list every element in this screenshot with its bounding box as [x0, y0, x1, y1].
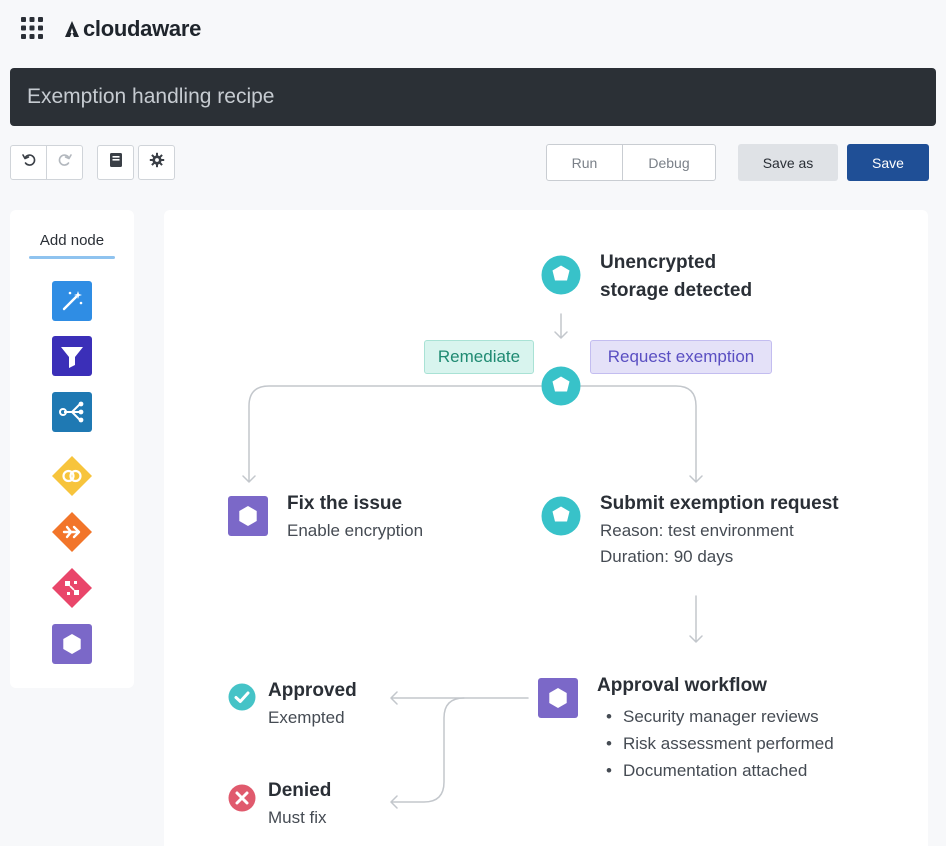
merge-arrows-icon	[52, 511, 92, 557]
approved-detail: Exempted	[268, 708, 345, 727]
submit-title: Submit exemption request	[600, 493, 839, 514]
denied-outcome[interactable]: Denied Must fix	[268, 777, 331, 831]
trigger-node-icon[interactable]	[541, 255, 581, 300]
branch-tag-exemption[interactable]: Request exemption	[590, 340, 772, 374]
submit-node[interactable]: Submit exemption request Reason: test en…	[600, 490, 839, 570]
connector-denied	[390, 697, 465, 809]
palette-item-action[interactable]	[52, 280, 92, 326]
docs-button[interactable]	[97, 145, 134, 180]
fix-title: Fix the issue	[287, 493, 403, 514]
approved-outcome[interactable]: Approved Exempted	[268, 677, 357, 731]
check-circle-icon	[228, 683, 256, 716]
trigger-title-line2: storage detected	[600, 280, 753, 301]
palette-title[interactable]: Add node	[10, 232, 134, 249]
save-button[interactable]: Save	[847, 144, 929, 181]
branch-tag-remediate[interactable]: Remediate	[424, 340, 534, 374]
palette-item-subflow[interactable]	[52, 623, 92, 669]
submit-duration: Duration: 90 days	[600, 547, 734, 566]
x-circle-icon	[228, 784, 256, 817]
undo-button[interactable]	[10, 145, 47, 180]
palette-item-branch[interactable]	[52, 391, 92, 437]
filter-icon	[52, 335, 92, 381]
recipe-title[interactable]: Exemption handling recipe	[27, 85, 275, 109]
shuffle-icon	[52, 567, 92, 613]
link-rings-icon	[52, 455, 92, 501]
magic-wand-icon	[52, 280, 92, 326]
palette-item-router[interactable]	[52, 567, 92, 613]
save-as-button[interactable]: Save as	[738, 144, 838, 181]
approval-title: Approval workflow	[597, 675, 767, 696]
palette-tab-indicator	[29, 256, 115, 259]
run-button[interactable]: Run	[546, 144, 623, 181]
router-node-icon[interactable]	[541, 366, 581, 411]
palette-item-filter[interactable]	[52, 335, 92, 381]
undo-icon	[21, 152, 37, 173]
approval-step: Risk assessment performed	[597, 730, 834, 757]
gear-icon	[149, 152, 165, 173]
submit-reason: Reason: test environment	[600, 521, 794, 540]
connector-trigger-router	[554, 313, 568, 339]
approval-node[interactable]: Approval workflow Security manager revie…	[597, 672, 834, 784]
approval-step: Documentation attached	[597, 757, 834, 784]
denied-title: Denied	[268, 780, 332, 801]
fix-detail: Enable encryption	[287, 521, 424, 540]
fix-node[interactable]: Fix the issue Enable encryption	[287, 490, 423, 544]
approval-steps: Security manager reviews Risk assessment…	[597, 703, 834, 784]
top-bar: cloudaware	[0, 0, 946, 58]
book-icon	[109, 152, 123, 173]
fix-node-icon[interactable]	[228, 496, 268, 541]
approved-title: Approved	[268, 680, 357, 701]
connector-remediate	[242, 385, 542, 483]
trigger-title-line1: Unencrypted	[600, 252, 717, 273]
trigger-node[interactable]: Unencrypted storage detected	[600, 249, 752, 305]
approval-node-icon[interactable]	[538, 678, 578, 723]
flow-canvas[interactable]: Unencrypted storage detected Fix the iss…	[164, 210, 928, 846]
palette-item-merge[interactable]	[52, 511, 92, 557]
cloudaware-logo-icon	[64, 20, 80, 38]
recipe-title-bar: Exemption handling recipe	[10, 68, 936, 126]
connector-exemption	[580, 385, 703, 483]
submit-node-icon[interactable]	[541, 496, 581, 541]
brand-name: cloudaware	[83, 16, 202, 41]
debug-button[interactable]: Debug	[622, 144, 716, 181]
branch-icon	[52, 391, 92, 437]
palette-item-join[interactable]	[52, 455, 92, 501]
denied-detail: Must fix	[268, 808, 327, 827]
redo-icon	[57, 152, 73, 173]
apps-grid-icon[interactable]	[20, 16, 44, 40]
connector-submit-approval	[689, 595, 703, 643]
approval-step: Security manager reviews	[597, 703, 834, 730]
brand-logo[interactable]: cloudaware	[64, 14, 201, 44]
node-palette: Add node	[10, 210, 134, 688]
settings-button[interactable]	[138, 145, 175, 180]
redo-button[interactable]	[46, 145, 83, 180]
hexagon-icon	[52, 623, 92, 669]
